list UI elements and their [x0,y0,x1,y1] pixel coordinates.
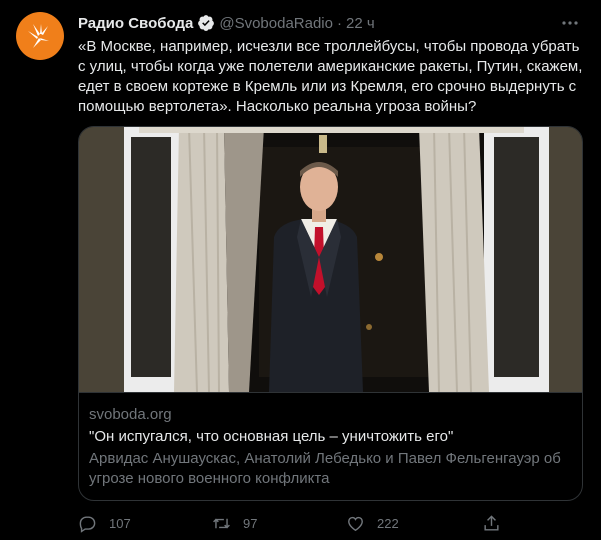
radio-svoboda-logo-icon [28,24,49,48]
reply-count: 107 [109,515,131,531]
card-image[interactable] [79,127,582,392]
verified-badge-icon [197,14,215,32]
tweet-text: «В Москве, например, исчезли все троллей… [78,38,583,115]
heart-icon [348,516,363,531]
author-handle[interactable]: @SvobodaRadio [219,15,333,32]
retweet-icon [213,518,230,528]
reply-icon [79,515,96,533]
more-dots-icon [562,21,578,25]
retweet-count: 97 [243,515,258,531]
retweet-button[interactable]: 97 [212,512,257,534]
like-count: 222 [377,515,399,531]
card-domain: svoboda.org [89,406,172,423]
card-photo [79,127,582,392]
avatar[interactable] [16,12,64,60]
separator-dot: · [336,14,342,32]
share-button[interactable] [482,512,513,534]
link-card[interactable]: svoboda.org "Он испугался, что основная … [78,126,583,501]
share-icon [484,514,499,531]
card-title: "Он испугался, что основная цель – уничт… [89,428,454,445]
timestamp[interactable]: 22 ч [346,15,375,32]
card-meta[interactable]: svoboda.org "Он испугался, что основная … [79,392,582,500]
more-options-button[interactable] [559,12,581,34]
like-button[interactable]: 222 [346,512,399,534]
tweet-header: Радио Свобода @SvobodaRadio · 22 ч [78,13,581,33]
tweet-actions: 107 97 222 [78,512,518,534]
card-description: Арвидас Анушаускас, Анатолий Лебедько и … [89,450,561,487]
reply-button[interactable]: 107 [78,512,131,534]
author-name[interactable]: Радио Свобода [78,15,193,32]
